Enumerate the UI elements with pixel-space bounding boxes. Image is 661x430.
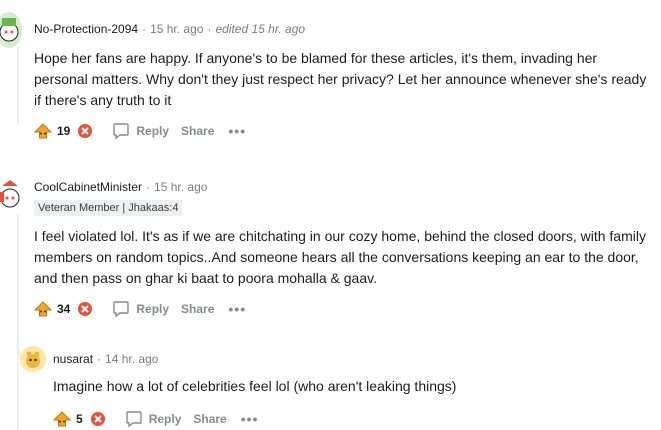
- share-button[interactable]: Share: [181, 302, 214, 316]
- reply-button[interactable]: Reply: [112, 300, 169, 318]
- meta-separator: ·: [97, 352, 102, 366]
- score: 34: [57, 302, 71, 316]
- more-options-icon[interactable]: •••: [241, 412, 259, 426]
- share-button[interactable]: Share: [193, 412, 226, 426]
- comment-actions: 34 Reply Share •••: [33, 297, 246, 321]
- reply-label: Reply: [136, 124, 170, 138]
- thread-line[interactable]: [17, 46, 19, 124]
- comment-body: Imagine how a lot of celebrities feel lo…: [53, 378, 457, 394]
- score: 5: [76, 412, 83, 426]
- comment-actions: 5 Reply Share •••: [52, 407, 258, 430]
- author-name[interactable]: CoolCabinetMinister: [34, 180, 142, 194]
- edited-label: edited 15 hr. ago: [215, 22, 306, 36]
- comment-icon: [125, 411, 142, 428]
- timestamp[interactable]: 15 hr. ago: [150, 22, 203, 36]
- meta-separator: ·: [142, 22, 147, 36]
- reply-button[interactable]: Reply: [125, 410, 182, 428]
- author-name[interactable]: No-Protection-2094: [34, 22, 138, 36]
- share-button[interactable]: Share: [181, 124, 214, 138]
- comment-actions: 19 Reply Share •••: [33, 119, 246, 143]
- user-flair: Veteran Member | Jhakaas:4: [34, 200, 183, 216]
- comment-icon: [113, 301, 130, 318]
- author-name[interactable]: nusarat: [53, 352, 93, 366]
- comment-meta: nusarat · 14 hr. ago: [53, 352, 158, 366]
- avatar[interactable]: [20, 346, 46, 372]
- timestamp[interactable]: 15 hr. ago: [154, 180, 207, 194]
- thread-line[interactable]: [17, 214, 19, 430]
- comment-body: I feel violated lol. It's as if we are c…: [34, 228, 646, 286]
- meta-separator: ·: [207, 22, 212, 36]
- comment-meta: No-Protection-2094 · 15 hr. ago · edited 15 …: [34, 22, 305, 36]
- score: 19: [57, 124, 71, 138]
- meta-separator: ·: [146, 180, 151, 194]
- comment-icon: [113, 123, 130, 140]
- upvote-icon[interactable]: [52, 409, 72, 429]
- avatar[interactable]: [0, 174, 24, 212]
- more-options-icon[interactable]: •••: [228, 302, 246, 316]
- downvote-icon[interactable]: [76, 300, 94, 318]
- downvote-icon[interactable]: [89, 410, 107, 428]
- avatar[interactable]: [0, 12, 22, 48]
- reply-label: Reply: [136, 302, 170, 316]
- downvote-icon[interactable]: [76, 122, 94, 140]
- timestamp[interactable]: 14 hr. ago: [105, 352, 158, 366]
- comment-body: Hope her fans are happy. If anyone's to …: [34, 50, 647, 108]
- upvote-icon[interactable]: [33, 121, 53, 141]
- reply-label: Reply: [148, 412, 182, 426]
- comment-meta: CoolCabinetMinister · 15 hr. ago: [34, 180, 207, 194]
- upvote-icon[interactable]: [33, 299, 53, 319]
- reply-button[interactable]: Reply: [112, 122, 169, 140]
- more-options-icon[interactable]: •••: [228, 124, 246, 138]
